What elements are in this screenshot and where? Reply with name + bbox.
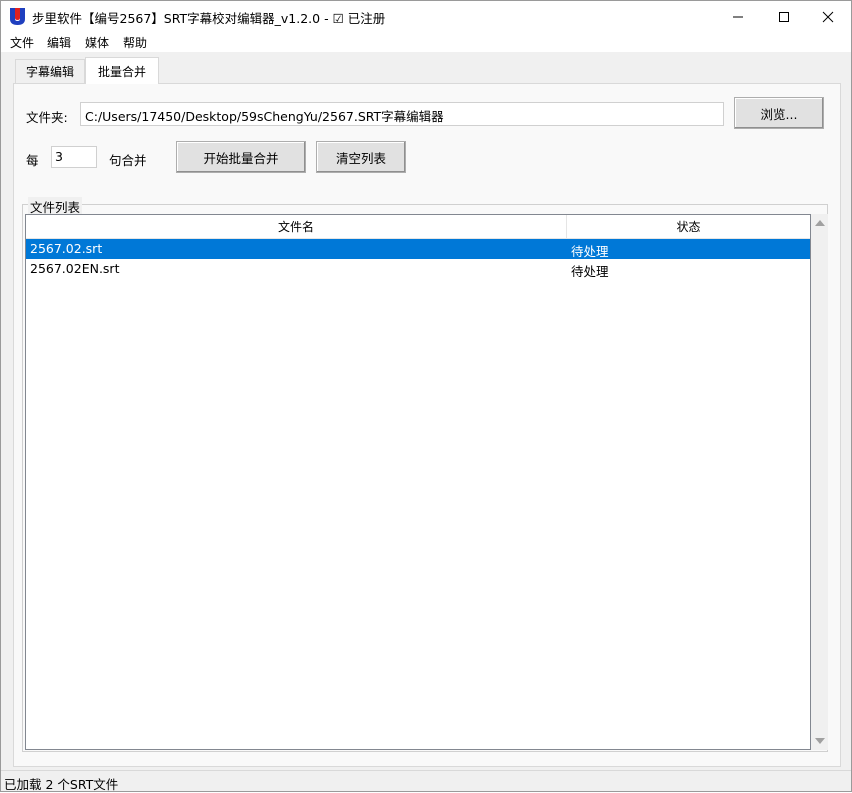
file-list-view[interactable]: 文件名 状态 2567.02.srt 待处理 2567.02EN.srt 待处理 bbox=[25, 214, 811, 750]
menu-file[interactable]: 文件 bbox=[9, 34, 35, 51]
menu-bar: 文件 编辑 媒体 帮助 bbox=[1, 32, 851, 52]
tab-subtitle-edit[interactable]: 字幕编辑 bbox=[15, 59, 85, 83]
merge-suffix-label: 句合并 bbox=[109, 153, 147, 168]
scroll-down-icon[interactable] bbox=[815, 738, 825, 744]
list-header: 文件名 状态 bbox=[26, 215, 810, 239]
browse-button[interactable]: 浏览... bbox=[734, 97, 824, 129]
sentence-count-input[interactable]: 3 bbox=[51, 146, 97, 168]
column-header-status[interactable]: 状态 bbox=[567, 215, 810, 238]
row-status: 待处理 bbox=[571, 264, 609, 279]
status-bar: 已加载 2 个SRT文件 bbox=[1, 770, 851, 792]
maximize-button[interactable] bbox=[761, 1, 807, 32]
minimize-button[interactable] bbox=[715, 1, 761, 32]
app-window: 步里软件【编号2567】SRT字幕校对编辑器_v1.2.0 - ☑ 已注册 文件… bbox=[0, 0, 852, 792]
maximize-icon bbox=[779, 11, 789, 22]
tab-batch-merge[interactable]: 批量合并 bbox=[85, 57, 159, 84]
vertical-scrollbar[interactable] bbox=[811, 214, 828, 750]
row-filename: 2567.02EN.srt bbox=[30, 261, 120, 276]
clear-list-button[interactable]: 清空列表 bbox=[316, 141, 406, 173]
minimize-icon bbox=[733, 16, 743, 17]
close-icon bbox=[822, 11, 834, 22]
close-button[interactable] bbox=[805, 1, 851, 32]
menu-help[interactable]: 帮助 bbox=[122, 34, 148, 51]
menu-edit[interactable]: 编辑 bbox=[46, 34, 72, 51]
scroll-up-icon[interactable] bbox=[815, 220, 825, 226]
folder-path-input[interactable]: C:/Users/17450/Desktop/59sChengYu/2567.S… bbox=[80, 102, 724, 126]
start-batch-merge-button[interactable]: 开始批量合并 bbox=[176, 141, 306, 173]
table-row[interactable]: 2567.02EN.srt 待处理 bbox=[26, 259, 810, 279]
column-header-filename[interactable]: 文件名 bbox=[26, 215, 567, 238]
merge-prefix-label: 每 bbox=[26, 153, 39, 168]
row-filename: 2567.02.srt bbox=[30, 241, 103, 256]
row-status: 待处理 bbox=[571, 244, 609, 259]
title-bar[interactable]: 步里软件【编号2567】SRT字幕校对编辑器_v1.2.0 - ☑ 已注册 bbox=[1, 1, 851, 32]
app-logo-icon bbox=[10, 8, 25, 25]
folder-label: 文件夹: bbox=[26, 110, 68, 125]
window-title: 步里软件【编号2567】SRT字幕校对编辑器_v1.2.0 - ☑ 已注册 bbox=[32, 11, 386, 26]
menu-media[interactable]: 媒体 bbox=[84, 34, 110, 51]
table-row[interactable]: 2567.02.srt 待处理 bbox=[26, 239, 810, 259]
status-text: 已加载 2 个SRT文件 bbox=[4, 777, 119, 792]
